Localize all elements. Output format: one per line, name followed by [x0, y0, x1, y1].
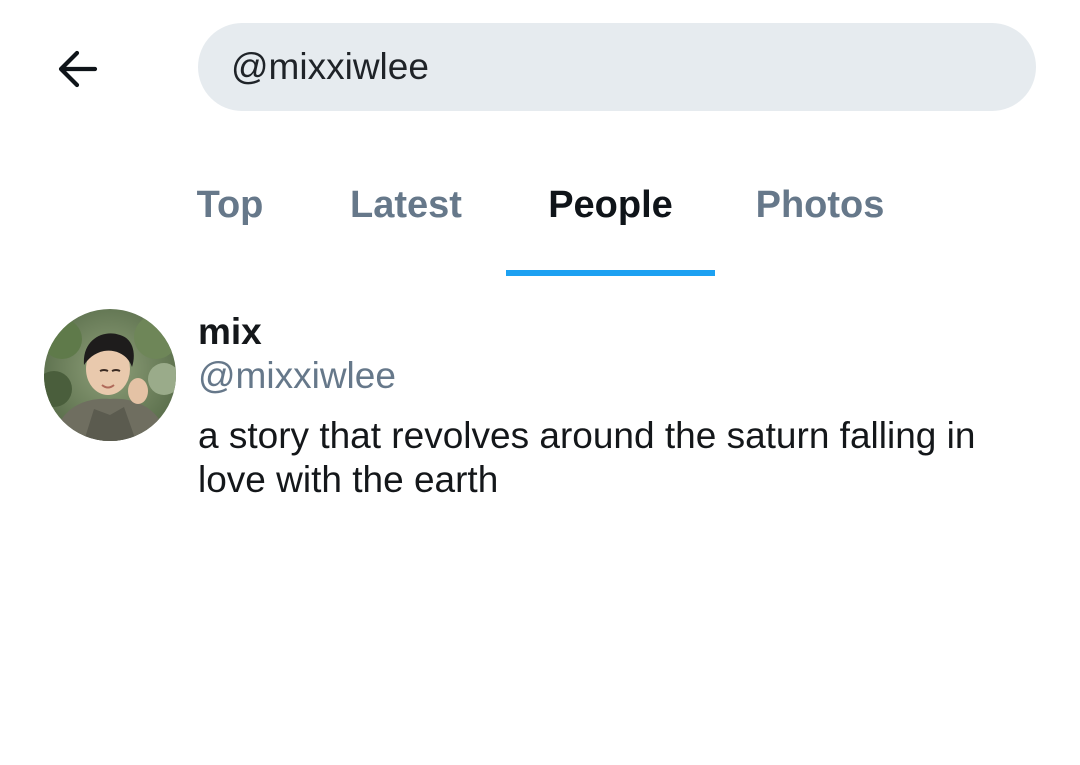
user-display-name: mix	[198, 311, 262, 352]
tab-latest[interactable]: Latest	[330, 150, 482, 276]
search-input[interactable]	[231, 46, 991, 88]
tab-latest-label: Latest	[350, 183, 462, 226]
back-button[interactable]	[44, 36, 110, 102]
avatar[interactable]	[44, 309, 176, 441]
tab-people-label: People	[548, 183, 673, 226]
arrow-left-icon	[58, 50, 98, 88]
search-bar[interactable]	[198, 23, 1036, 111]
tab-top[interactable]: Top	[170, 150, 290, 276]
user-handle: @mixxiwlee	[198, 355, 396, 396]
user-result-row[interactable]: mix @mixxiwlee a story that revolves aro…	[0, 300, 1080, 520]
active-tab-indicator	[506, 270, 715, 276]
tab-top-label: Top	[196, 183, 264, 226]
user-bio: a story that revolves around the saturn …	[198, 415, 976, 500]
tab-photos-label: Photos	[755, 183, 885, 226]
search-tabs: Top Latest People Photos	[0, 150, 1080, 276]
tab-photos[interactable]: Photos	[740, 150, 900, 276]
search-results-screen: Top Latest People Photos	[0, 0, 1080, 765]
profile-photo	[44, 309, 176, 441]
tab-people[interactable]: People	[506, 150, 715, 276]
